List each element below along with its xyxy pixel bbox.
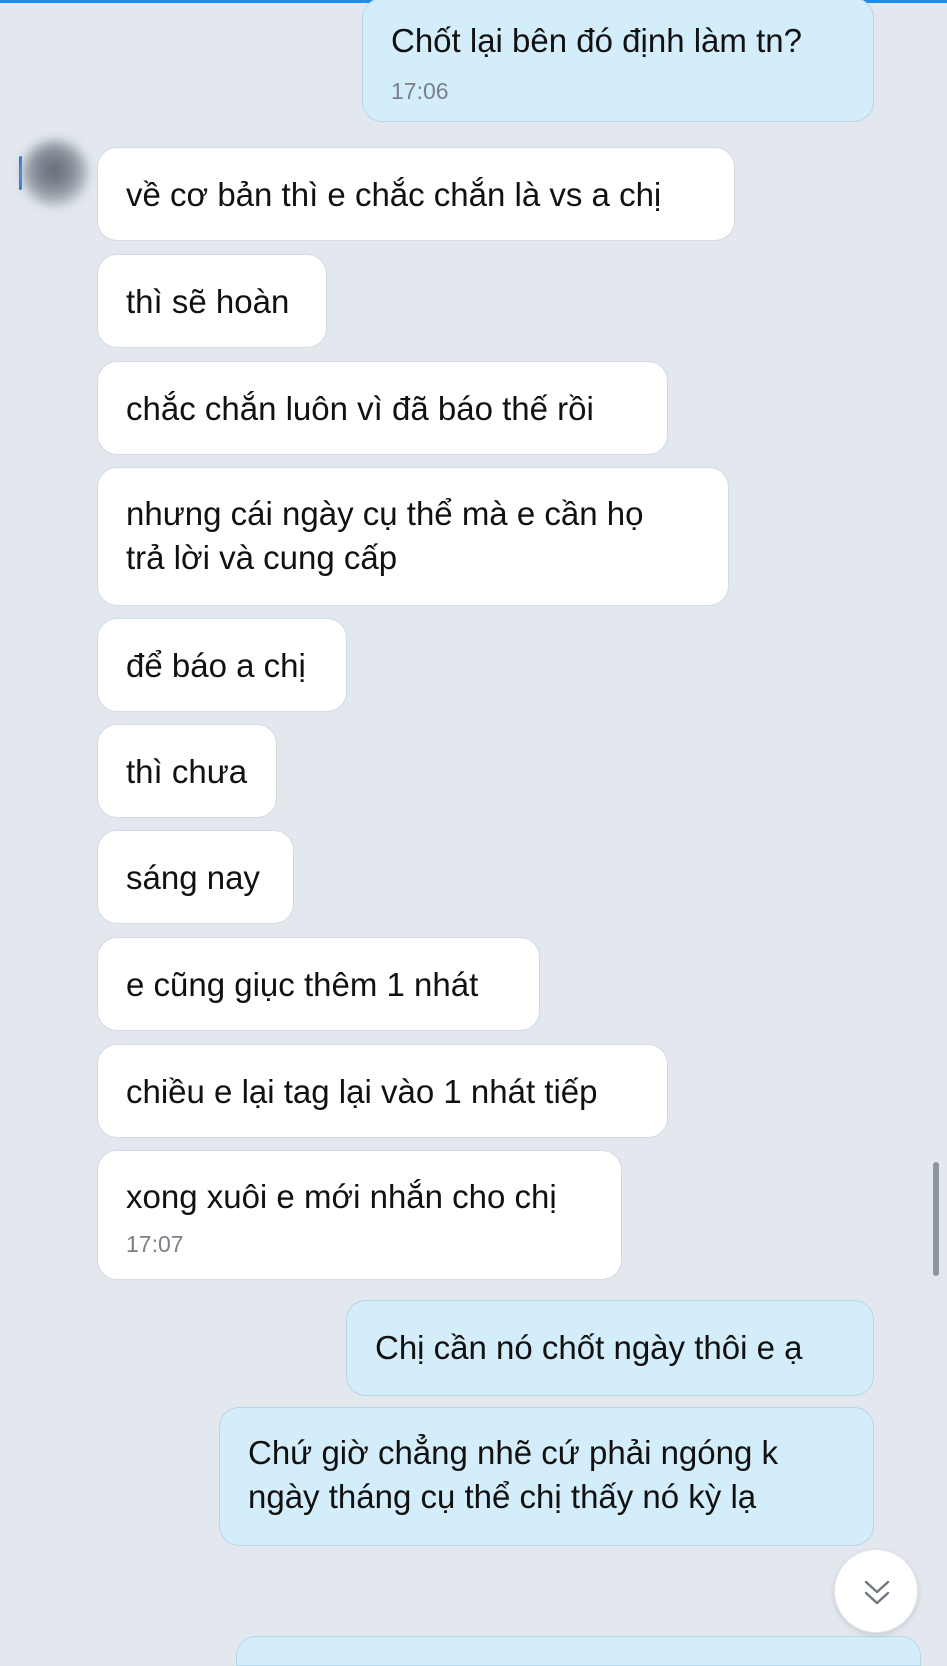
message-text-line: trả lời và cung cấp — [126, 539, 398, 576]
message-text: sáng nay — [126, 859, 260, 896]
message-time: 17:07 — [126, 1231, 184, 1257]
message-incoming[interactable]: xong xuôi e mới nhắn cho chị 17:07 — [97, 1150, 622, 1280]
message-incoming[interactable]: nhưng cái ngày cụ thể mà e cần họ trả lờ… — [97, 467, 729, 606]
message-incoming[interactable]: về cơ bản thì e chắc chắn là vs a chị — [97, 147, 735, 241]
message-time: 17:06 — [391, 78, 449, 104]
message-text: xong xuôi e mới nhắn cho chị — [126, 1178, 557, 1215]
message-incoming[interactable]: thì sẽ hoàn — [97, 254, 327, 348]
message-incoming[interactable]: chiều e lại tag lại vào 1 nhát tiếp — [97, 1044, 668, 1138]
message-incoming[interactable]: để báo a chị — [97, 618, 347, 712]
message-incoming[interactable]: chắc chắn luôn vì đã báo thế rồi — [97, 361, 668, 455]
message-text: Chốt lại bên đó định làm tn? — [391, 22, 802, 59]
message-outgoing[interactable]: Chứ giờ chẳng nhẽ cứ phải ngóng k ngày t… — [219, 1407, 874, 1546]
message-text: chắc chắn luôn vì đã báo thế rồi — [126, 390, 594, 427]
message-text: e cũng giục thêm 1 nhát — [126, 966, 479, 1003]
scrollbar-thumb[interactable] — [933, 1162, 939, 1276]
avatar[interactable] — [22, 140, 88, 206]
message-outgoing-partial[interactable] — [236, 1636, 921, 1666]
message-text: về cơ bản thì e chắc chắn là vs a chị — [126, 176, 662, 213]
message-text-line: ngày tháng cụ thể chị thấy nó kỳ lạ — [248, 1478, 757, 1515]
message-text-line: nhưng cái ngày cụ thể mà e cần họ — [126, 495, 644, 532]
message-text-line: Chứ giờ chẳng nhẽ cứ phải ngóng k — [248, 1434, 778, 1471]
message-text: chiều e lại tag lại vào 1 nhát tiếp — [126, 1073, 598, 1110]
message-outgoing[interactable]: Chị cần nó chốt ngày thôi e ạ — [346, 1300, 874, 1396]
scroll-to-bottom-button[interactable] — [834, 1549, 918, 1633]
message-text: thì chưa — [126, 753, 248, 790]
chat-messages[interactable]: Chốt lại bên đó định làm tn? 17:06 về cơ… — [0, 0, 947, 1666]
message-text: để báo a chị — [126, 647, 306, 684]
message-incoming[interactable]: sáng nay — [97, 830, 294, 924]
message-text: Chị cần nó chốt ngày thôi e ạ — [375, 1329, 803, 1366]
message-outgoing[interactable]: Chốt lại bên đó định làm tn? 17:06 — [362, 0, 874, 122]
message-incoming[interactable]: thì chưa — [97, 724, 277, 818]
double-chevron-down-icon — [864, 1580, 890, 1605]
message-text: thì sẽ hoàn — [126, 283, 290, 320]
message-incoming[interactable]: e cũng giục thêm 1 nhát — [97, 937, 540, 1031]
